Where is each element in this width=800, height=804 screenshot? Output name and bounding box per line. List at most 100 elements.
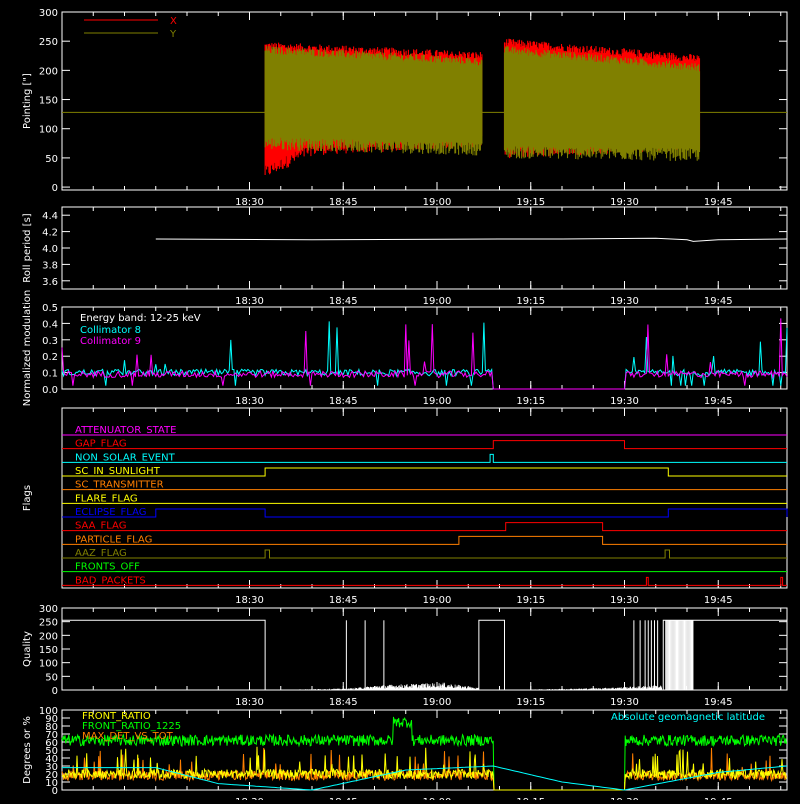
quality-ytick-label: 0 <box>52 686 58 697</box>
modulation-series-9 <box>61 318 788 390</box>
pointing-ytick-label: 150 <box>39 96 58 107</box>
modulation-xtick-label: 19:30 <box>610 396 639 407</box>
quality-high-block <box>478 619 505 690</box>
modulation-legend-label: Collimator 8 <box>80 325 141 336</box>
flag-trace <box>62 522 787 532</box>
pointing-xtick-label: 18:45 <box>329 197 358 208</box>
roll-ytick-label: 3.8 <box>42 260 58 271</box>
roll-panel: 18:30 18:45 19:00 19:15 19:30 19:45 3.6 3.8 4.0 4… <box>22 206 788 307</box>
flag-label: BAD_PACKETS <box>75 575 146 586</box>
roll-xtick-label: 18:45 <box>329 296 358 307</box>
quality-xtick-label: 19:15 <box>516 697 545 708</box>
roll-frame <box>61 206 788 290</box>
quality-xtick-label: 19:45 <box>704 697 733 708</box>
flag-trace <box>62 576 787 586</box>
quality-ramp <box>268 682 662 690</box>
modulation-series-8 <box>61 321 788 390</box>
flags-ylabel: Flags <box>22 485 33 511</box>
multi-panel-chart: 18:30 18:45 19:00 19:15 19:30 19:45 0 50 100 150 2… <box>22 8 788 804</box>
geomag-ylabel: Degrees or % <box>22 716 33 784</box>
modulation-xtick-label: 19:15 <box>516 396 545 407</box>
geomag-series <box>61 746 787 791</box>
roll-ytick-label: 3.6 <box>42 277 58 288</box>
plot-stage: 18:30 18:45 19:00 19:15 19:30 19:45 0 50 100 150 2… <box>0 0 800 804</box>
modulation-xtick-label: 18:45 <box>329 396 358 407</box>
roll-ylabel: Roll period [s] <box>22 213 33 282</box>
pointing-xtick-label: 19:45 <box>704 197 733 208</box>
quality-ytick-label: 150 <box>39 645 58 656</box>
flags-xtick-label: 19:30 <box>610 595 639 606</box>
flag-label: ECLIPSE_FLAG <box>75 507 146 518</box>
modulation-legend-label: Collimator 9 <box>80 336 141 347</box>
flags-xtick-label: 19:00 <box>423 595 452 606</box>
roll-ytick-label: 4.0 <box>42 244 58 255</box>
quality-ylabel: Quality <box>22 631 33 667</box>
quality-high-block <box>62 619 266 690</box>
pointing-ytick-label: 100 <box>39 125 58 136</box>
quality-ytick-label: 300 <box>39 604 58 615</box>
flag-label: FRONTS_OFF <box>75 562 140 573</box>
modulation-ylabel: Normalized modulation <box>22 290 33 407</box>
modulation-ytick-label: 0.2 <box>42 352 58 363</box>
roll-ytick-label: 4.2 <box>42 228 58 239</box>
pointing-ytick-label: 0 <box>52 183 58 194</box>
modulation-xtick-label: 19:45 <box>704 396 733 407</box>
pointing-ytick-label: 300 <box>39 8 58 19</box>
roll-xtick-label: 19:15 <box>516 296 545 307</box>
flag-trace <box>62 440 787 450</box>
flag-label: SAA_FLAG <box>75 521 126 532</box>
quality-ytick-label: 100 <box>39 659 58 670</box>
flags-panel: 18:30 18:45 19:00 19:15 19:30 19:45 Flags ATTEN… <box>22 407 788 606</box>
flag-label: PARTICLE_FLAG <box>75 534 152 545</box>
modulation-xtick-label: 18:30 <box>235 396 264 407</box>
flag-trace <box>62 508 788 518</box>
flag-label: FLARE_FLAG <box>75 493 138 504</box>
pointing-ytick-label: 50 <box>45 154 58 165</box>
flag-trace <box>62 535 787 545</box>
roll-xtick-label: 19:30 <box>610 296 639 307</box>
modulation-ytick-label: 0.5 <box>42 303 58 314</box>
geomag-latitude-label: Absolute geomagnetic latitude <box>611 712 765 723</box>
flag-label: SC_TRANSMITTER <box>75 480 164 491</box>
roll-series <box>155 237 788 242</box>
modulation-ytick-label: 0.3 <box>42 336 58 347</box>
roll-xtick-label: 18:30 <box>235 296 264 307</box>
geomag-ytick-label: 100 <box>39 706 58 717</box>
flag-label: NON_SOLAR_EVENT <box>75 452 176 463</box>
flag-trace <box>62 467 787 477</box>
quality-ytick-label: 50 <box>45 672 58 683</box>
pointing-legend-label: Y <box>169 29 177 40</box>
quality-ytick-label: 200 <box>39 631 58 642</box>
geomag-panel: 18:3018:4519:0019:1519:3019:450102030405… <box>22 706 788 804</box>
roll-ytick-label: 4.4 <box>42 211 58 222</box>
pointing-xtick-label: 19:30 <box>610 197 639 208</box>
pointing-xtick-label: 19:00 <box>423 197 452 208</box>
pointing-ylabel: Pointing ["] <box>22 73 33 129</box>
pointing-ytick-label: 250 <box>39 37 58 48</box>
flags-xtick-label: 19:45 <box>704 595 733 606</box>
pointing-series-y <box>264 46 701 161</box>
pointing-xtick-label: 19:15 <box>516 197 545 208</box>
flags-xtick-label: 19:15 <box>516 595 545 606</box>
flags-xtick-label: 18:30 <box>235 595 264 606</box>
quality-xtick-label: 18:45 <box>329 697 358 708</box>
roll-xtick-label: 19:45 <box>704 296 733 307</box>
modulation-ytick-label: 0.1 <box>42 369 58 380</box>
modulation-ytick-label: 0.4 <box>42 319 58 330</box>
quality-panel: 18:30 18:45 19:00 19:15 19:30 19:45 0 50 100 150 2… <box>22 604 788 708</box>
modulation-ytick-label: 0.0 <box>42 385 58 396</box>
flag-label: AAZ_FLAG <box>75 548 127 559</box>
roll-xtick-label: 19:00 <box>423 296 452 307</box>
flag-trace <box>62 549 787 559</box>
flag-label: ATTENUATOR_STATE <box>75 425 176 436</box>
modulation-xtick-label: 19:00 <box>423 396 452 407</box>
pointing-legend-label: X <box>170 16 177 27</box>
modulation-energy-annotation: Energy band: 12-25 keV <box>80 313 201 324</box>
quality-xtick-label: 18:30 <box>235 697 264 708</box>
modulation-panel: 18:30 18:45 19:00 19:15 19:30 19:45 0.0 0.1 0.2 0… <box>22 290 788 407</box>
flag-label: GAP_FLAG <box>75 439 127 450</box>
quality-xtick-label: 19:30 <box>610 697 639 708</box>
flags-xtick-label: 18:45 <box>329 595 358 606</box>
flag-label: SC_IN_SUNLIGHT <box>75 466 161 477</box>
geomag-legend-label: MAX_DET_VS_TOT <box>82 731 174 742</box>
